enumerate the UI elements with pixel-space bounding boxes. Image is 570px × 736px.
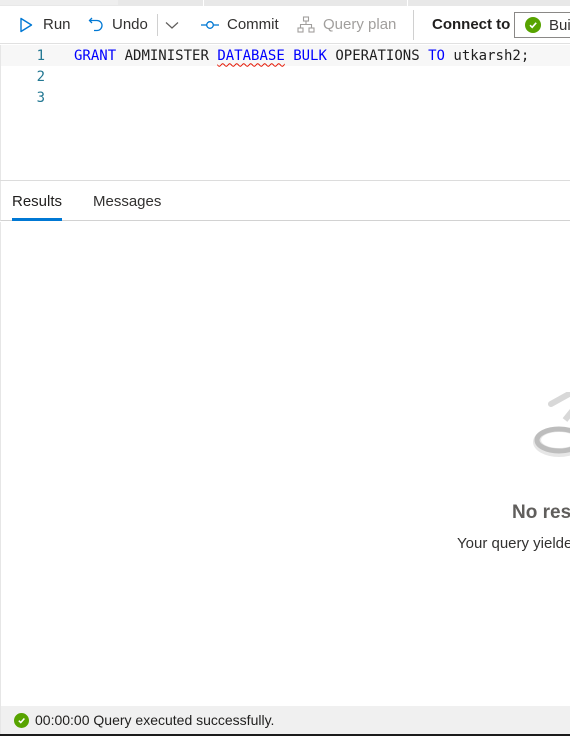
status-time: 00:00:00 <box>35 712 90 728</box>
line-number: 2 <box>36 68 45 85</box>
sql-keyword: GRANT <box>74 47 117 64</box>
editor-line[interactable]: 2 <box>1 66 570 87</box>
status-message: Query executed successfully. <box>93 712 275 728</box>
sql-identifier: utkarsh2; <box>453 47 530 64</box>
chevron-down-icon <box>165 20 179 30</box>
undo-dropdown-button[interactable] <box>165 6 185 43</box>
database-select-value: Bui <box>549 16 570 34</box>
sql-editor[interactable]: 1 GRANT ADMINISTER DATABASE BULK OPERATI… <box>0 45 570 180</box>
status-bar: 00:00:00 Query executed successfully. <box>0 706 570 734</box>
toolbar-separator <box>413 10 414 40</box>
results-tabs: Results Messages <box>0 181 570 221</box>
undo-button[interactable]: Undo <box>86 6 148 43</box>
play-icon <box>16 17 36 33</box>
code-line[interactable]: GRANT ADMINISTER DATABASE BULK OPERATION… <box>74 48 529 64</box>
tab-results[interactable]: Results <box>12 181 63 221</box>
sql-identifier: ADMINISTER <box>124 47 209 64</box>
commit-icon <box>200 20 220 30</box>
empty-results-title: No resu <box>512 502 570 523</box>
editor-line[interactable]: 3 <box>1 87 570 108</box>
undo-label: Undo <box>112 16 148 33</box>
run-button[interactable]: Run <box>16 6 71 43</box>
undo-icon <box>86 16 106 34</box>
run-label: Run <box>43 16 71 33</box>
database-select[interactable]: Bui <box>514 12 570 38</box>
connected-check-icon <box>525 17 541 33</box>
query-plan-icon <box>296 15 316 34</box>
commit-label: Commit <box>227 16 279 33</box>
results-pane: No resu Your query yielded <box>0 222 570 706</box>
sql-identifier: OPERATIONS <box>335 47 420 64</box>
editor-line[interactable]: 1 GRANT ADMINISTER DATABASE BULK OPERATI… <box>1 45 570 66</box>
sql-keyword-error: DATABASE <box>217 47 285 64</box>
empty-results-subtitle: Your query yielded <box>457 535 570 552</box>
success-check-icon <box>14 712 29 728</box>
sql-keyword: BULK <box>293 47 327 64</box>
commit-button[interactable]: Commit <box>200 6 279 43</box>
query-plan-label: Query plan <box>323 16 397 33</box>
query-toolbar: Run Undo Commit Query plan Connect to Bu… <box>0 6 570 44</box>
sql-keyword: TO <box>428 47 445 64</box>
tab-strip-segment <box>0 0 118 5</box>
connect-to-label: Connect to <box>432 16 511 33</box>
line-number: 1 <box>36 47 45 64</box>
query-plan-button[interactable]: Query plan <box>296 6 396 43</box>
tab-messages[interactable]: Messages <box>93 181 161 221</box>
toolbar-separator <box>157 14 158 36</box>
empty-results-illustration <box>529 391 570 472</box>
line-number: 3 <box>36 89 45 106</box>
